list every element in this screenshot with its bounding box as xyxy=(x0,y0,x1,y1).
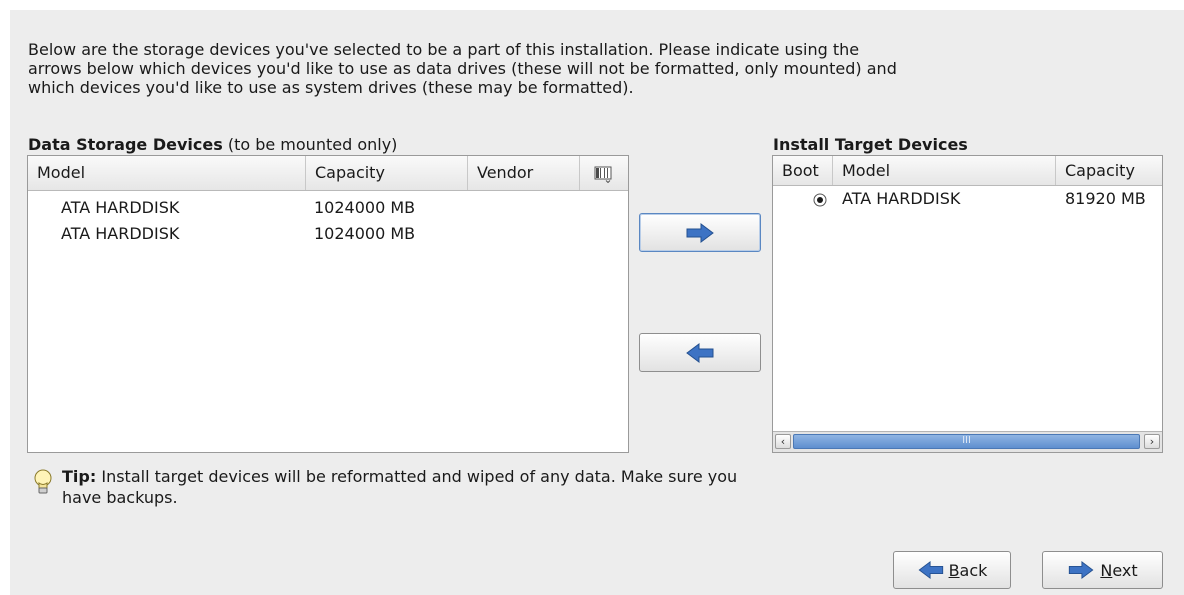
next-label: Next xyxy=(1100,561,1137,580)
install-target-title: Install Target Devices xyxy=(773,135,968,154)
back-button[interactable]: Back xyxy=(893,551,1011,589)
tip-text-line2: have backups. xyxy=(62,488,178,507)
column-header-capacity[interactable]: Capacity xyxy=(1056,156,1162,185)
install-target-header: Boot Model Capacity xyxy=(773,156,1162,186)
arrow-right-icon xyxy=(1069,561,1094,579)
radio-selected-icon xyxy=(813,193,827,207)
row-model: ATA HARDDISK xyxy=(842,189,961,208)
row-model: ATA HARDDISK xyxy=(61,224,180,243)
column-header-capacity[interactable]: Capacity xyxy=(306,156,468,190)
arrow-right-icon xyxy=(686,222,714,243)
back-mnemonic: B xyxy=(948,560,960,580)
lightbulb-icon xyxy=(34,469,52,494)
data-storage-header: Model Capacity Vendor xyxy=(28,156,628,191)
row-capacity: 1024000 MB xyxy=(314,198,416,217)
tip-label: Tip: xyxy=(62,467,97,486)
data-storage-list[interactable]: Model Capacity Vendor ATA HARDDISK 10240… xyxy=(27,155,629,453)
column-chooser-button[interactable] xyxy=(580,156,628,190)
horizontal-scrollbar[interactable]: ‹ III › xyxy=(773,431,1162,452)
arrow-left-icon xyxy=(918,561,943,579)
scroll-thumb[interactable]: III xyxy=(793,434,1140,449)
next-button[interactable]: Next xyxy=(1042,551,1163,589)
next-label-rest: ext xyxy=(1112,560,1138,580)
data-storage-subtitle: (to be mounted only) xyxy=(227,135,398,154)
back-label-rest: ack xyxy=(959,560,988,580)
data-storage-title: Data Storage Devices (to be mounted only… xyxy=(28,135,397,154)
column-header-model[interactable]: Model xyxy=(833,156,1056,185)
row-capacity: 1024000 MB xyxy=(314,224,416,243)
move-to-target-button[interactable] xyxy=(639,213,761,252)
column-header-vendor[interactable]: Vendor xyxy=(468,156,580,190)
column-header-model[interactable]: Model xyxy=(28,156,306,190)
scroll-right-icon[interactable]: › xyxy=(1144,434,1160,449)
back-label: Back xyxy=(949,561,988,580)
row-capacity: 81920 MB xyxy=(1065,189,1146,208)
scroll-left-icon[interactable]: ‹ xyxy=(775,434,791,449)
install-target-list[interactable]: Boot Model Capacity ATA HARDDISK 81920 M… xyxy=(772,155,1163,453)
install-target-title-bold: Install Target Devices xyxy=(773,135,968,154)
row-model: ATA HARDDISK xyxy=(61,198,180,217)
columns-icon xyxy=(594,166,612,183)
tip-text: Install target devices will be reformatt… xyxy=(101,467,738,486)
column-header-boot[interactable]: Boot xyxy=(773,156,833,185)
data-storage-title-bold: Data Storage Devices xyxy=(28,135,223,154)
arrow-left-icon xyxy=(686,342,714,363)
next-mnemonic: N xyxy=(1100,560,1113,580)
move-to-data-button[interactable] xyxy=(639,333,761,372)
intro-text: Below are the storage devices you've sel… xyxy=(28,40,897,97)
boot-radio[interactable] xyxy=(813,192,827,207)
tip-text-line1: Tip: Install target devices will be refo… xyxy=(62,466,912,487)
